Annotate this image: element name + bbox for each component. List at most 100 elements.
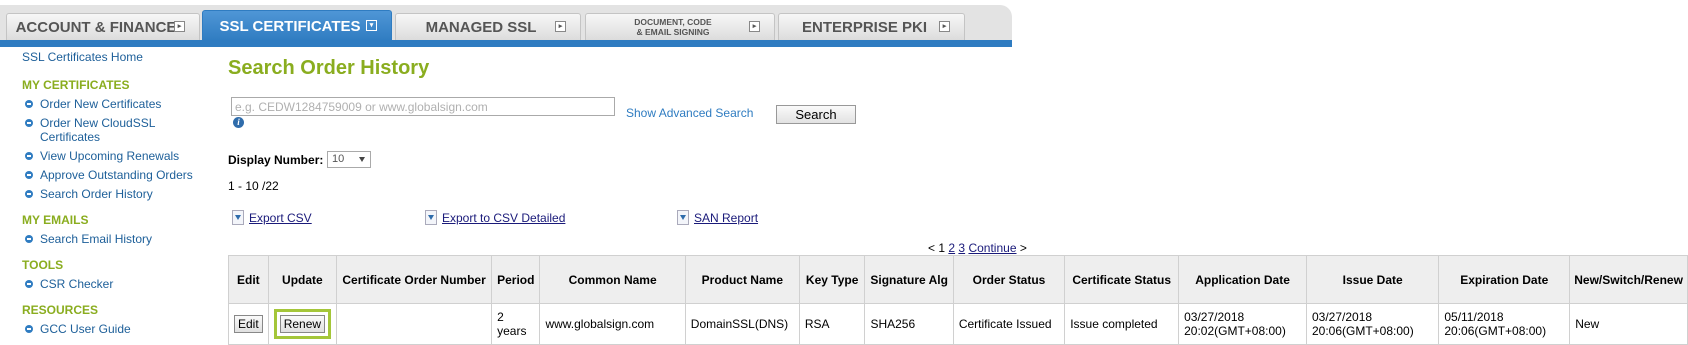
order-history-table: Edit Update Certificate Order Number Per… bbox=[228, 255, 1688, 345]
sidebar-item-view-upcoming-renewals[interactable]: View Upcoming Renewals bbox=[25, 149, 179, 163]
download-icon bbox=[425, 210, 437, 225]
pager-page-2[interactable]: 2 bbox=[948, 241, 955, 255]
sidebar-home-link[interactable]: SSL Certificates Home bbox=[22, 50, 143, 64]
pager-prev[interactable]: < bbox=[928, 241, 935, 255]
cell-common-name: www.globalsign.com bbox=[539, 303, 686, 345]
cell-signature-alg: SHA256 bbox=[864, 303, 954, 345]
tabbar-underline bbox=[0, 40, 1012, 47]
display-number-label: Display Number: bbox=[228, 153, 324, 167]
tab-label: DOCUMENT, CODE & EMAIL SIGNING bbox=[634, 17, 725, 37]
show-advanced-search-link[interactable]: Show Advanced Search bbox=[626, 106, 753, 120]
pagination: < 1 2 3 Continue > bbox=[928, 241, 1027, 255]
renew-button[interactable]: Renew bbox=[279, 315, 326, 333]
column-header: Update bbox=[267, 255, 338, 304]
column-header: Certificate Status bbox=[1064, 255, 1180, 304]
info-icon[interactable]: i bbox=[233, 117, 244, 128]
tab-label-line1: DOCUMENT, CODE bbox=[634, 17, 712, 27]
column-header: Signature Alg bbox=[864, 255, 954, 304]
renew-highlight: Renew bbox=[273, 309, 332, 339]
cell-order-number bbox=[336, 303, 493, 345]
pager-next[interactable]: > bbox=[1020, 241, 1027, 255]
tab-arrow-icon: ▸ bbox=[555, 21, 566, 32]
display-number-value: 10 bbox=[332, 153, 345, 165]
sidebar-item-gcc-user-guide[interactable]: GCC User Guide bbox=[25, 322, 131, 336]
export-csv-link[interactable]: Export CSV bbox=[232, 210, 312, 225]
column-header: Edit bbox=[228, 255, 269, 304]
cell-update: Renew bbox=[267, 303, 338, 345]
result-range: 1 - 10 /22 bbox=[228, 179, 279, 193]
cell-certificate-status: Issue completed bbox=[1064, 303, 1180, 345]
bullet-icon bbox=[25, 119, 33, 127]
sidebar-item-label: View Upcoming Renewals bbox=[40, 149, 180, 163]
tab-label: ACCOUNT & FINANCE bbox=[15, 18, 177, 36]
sidebar-item-approve-outstanding-orders[interactable]: Approve Outstanding Orders bbox=[25, 168, 193, 182]
table-header-row: Edit Update Certificate Order Number Per… bbox=[228, 255, 1688, 304]
sidebar-heading-my-emails: MY EMAILS bbox=[22, 213, 89, 227]
san-report-link[interactable]: SAN Report bbox=[677, 210, 758, 225]
sidebar-item-label: Search Email History bbox=[40, 232, 153, 246]
tab-account-finance[interactable]: ACCOUNT & FINANCE ▸ bbox=[6, 13, 200, 40]
sidebar-item-label: Search Order History bbox=[40, 187, 153, 201]
display-number-select[interactable]: 10 bbox=[327, 151, 371, 168]
sidebar-item-label: Order New CloudSSL Certificates bbox=[40, 116, 155, 144]
column-header: Key Type bbox=[798, 255, 866, 304]
export-label: SAN Report bbox=[694, 211, 759, 225]
sidebar-item-order-new-certificates[interactable]: Order New Certificates bbox=[25, 97, 161, 111]
tab-ssl-certificates[interactable]: SSL CERTIFICATES ▾ bbox=[202, 10, 392, 41]
sidebar-heading-resources: RESOURCES bbox=[22, 303, 99, 317]
search-button[interactable]: Search bbox=[776, 105, 856, 124]
cell-key-type: RSA bbox=[798, 303, 866, 345]
download-icon bbox=[677, 210, 689, 225]
column-header: Certificate Order Number bbox=[336, 255, 493, 304]
bullet-icon bbox=[25, 325, 33, 333]
download-icon bbox=[232, 210, 244, 225]
sidebar-item-label: GCC User Guide bbox=[40, 322, 131, 336]
search-input[interactable] bbox=[231, 97, 615, 116]
sidebar-item-search-order-history[interactable]: Search Order History bbox=[25, 187, 153, 201]
column-header: Order Status bbox=[952, 255, 1066, 304]
sidebar-item-label: CSR Checker bbox=[40, 277, 114, 291]
tab-arrow-icon: ▾ bbox=[366, 20, 377, 31]
edit-button[interactable]: Edit bbox=[234, 315, 263, 333]
export-label: Export to CSV Detailed bbox=[442, 211, 566, 225]
cell-product-name: DomainSSL(DNS) bbox=[684, 303, 800, 345]
pager-continue[interactable]: Continue bbox=[968, 241, 1016, 255]
table-row: Edit Renew 2 years www.globalsign.com Do… bbox=[228, 303, 1688, 345]
bullet-icon bbox=[25, 190, 33, 198]
cell-new-switch-renew: New bbox=[1569, 303, 1688, 345]
sidebar-item-search-email-history[interactable]: Search Email History bbox=[25, 232, 152, 246]
cell-edit: Edit bbox=[228, 303, 269, 345]
bullet-icon bbox=[25, 235, 33, 243]
sidebar-item-order-new-cloudssl[interactable]: Order New CloudSSL Certificates bbox=[25, 116, 205, 144]
bullet-icon bbox=[25, 100, 33, 108]
cell-expiration-date: 05/11/2018 20:06(GMT+08:00) bbox=[1438, 303, 1571, 345]
cell-period: 2 years bbox=[491, 303, 541, 345]
tab-document-code-email-signing[interactable]: DOCUMENT, CODE & EMAIL SIGNING ▸ bbox=[585, 13, 775, 40]
export-label: Export CSV bbox=[249, 211, 312, 225]
pager-page-3[interactable]: 3 bbox=[958, 241, 965, 255]
sidebar-item-label: Order New Certificates bbox=[40, 97, 162, 111]
pager-current: 1 bbox=[938, 241, 946, 255]
column-header: New/Switch/Renew bbox=[1569, 255, 1688, 304]
cell-issue-date: 03/27/2018 20:06(GMT+08:00) bbox=[1305, 303, 1440, 345]
tab-arrow-icon: ▸ bbox=[174, 21, 185, 32]
tab-managed-ssl[interactable]: MANAGED SSL ▸ bbox=[395, 13, 581, 40]
export-csv-detailed-link[interactable]: Export to CSV Detailed bbox=[425, 210, 565, 225]
column-header: Common Name bbox=[539, 255, 686, 304]
sidebar-heading-my-certificates: MY CERTIFICATES bbox=[22, 78, 130, 92]
cell-order-status: Certificate Issued bbox=[952, 303, 1066, 345]
cell-application-date: 03/27/2018 20:02(GMT+08:00) bbox=[1178, 303, 1307, 345]
bullet-icon bbox=[25, 280, 33, 288]
tab-enterprise-pki[interactable]: ENTERPRISE PKI ▸ bbox=[778, 13, 965, 40]
tab-label: SSL CERTIFICATES bbox=[219, 17, 361, 35]
column-header: Product Name bbox=[684, 255, 800, 304]
bullet-icon bbox=[25, 152, 33, 160]
column-header: Period bbox=[491, 255, 541, 304]
sidebar-heading-tools: TOOLS bbox=[22, 258, 64, 272]
bullet-icon bbox=[25, 171, 33, 179]
column-header: Issue Date bbox=[1305, 255, 1440, 304]
sidebar-item-csr-checker[interactable]: CSR Checker bbox=[25, 277, 113, 291]
page-title: Search Order History bbox=[228, 57, 430, 79]
column-header: Expiration Date bbox=[1438, 255, 1571, 304]
tab-arrow-icon: ▸ bbox=[939, 21, 950, 32]
